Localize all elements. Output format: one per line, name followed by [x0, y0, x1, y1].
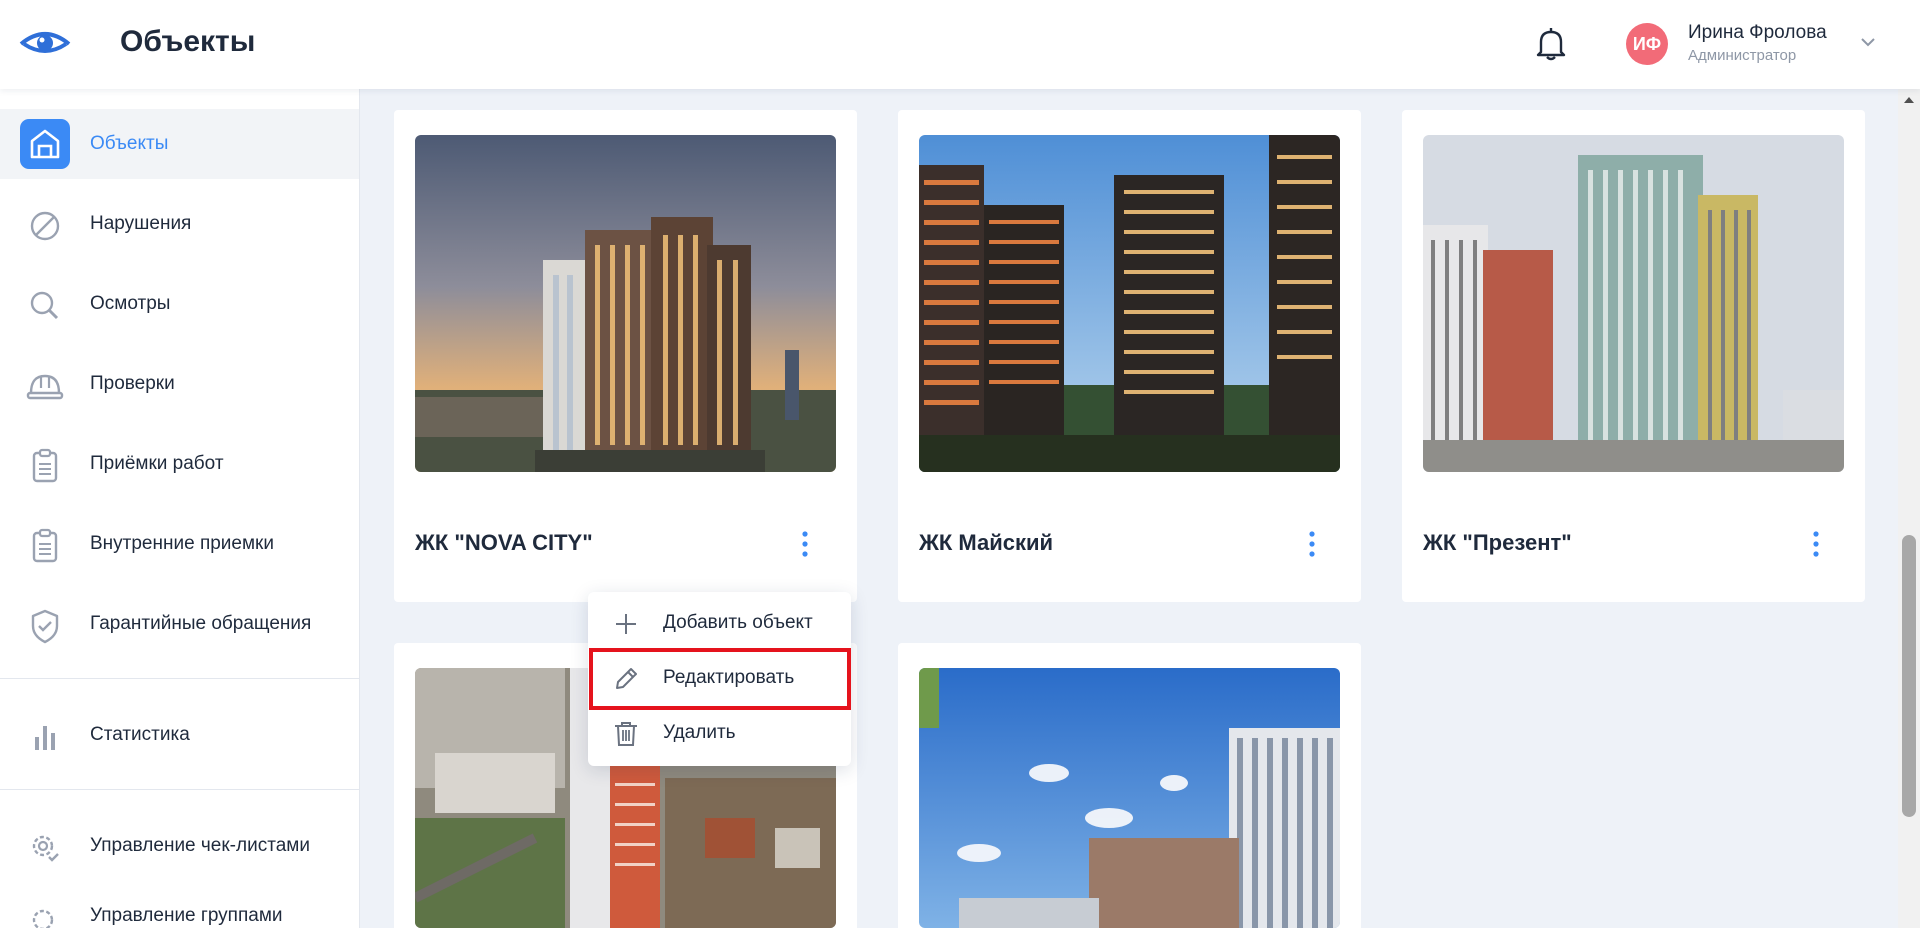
hard-hat-icon [26, 374, 64, 400]
gear-icon [32, 909, 54, 928]
magnifier-icon [30, 291, 59, 320]
more-vert-icon[interactable] [1300, 528, 1324, 560]
add-object-menu-item[interactable]: Добавить объект [588, 598, 851, 648]
menu-item-label: Удалить [663, 722, 736, 743]
object-card[interactable]: ЖК "Презент" [1402, 110, 1865, 602]
sidebar-item-checklists[interactable]: Управление чек-листами [0, 811, 359, 881]
user-name[interactable]: Ирина Фролова [1688, 22, 1827, 44]
sidebar-item-violations[interactable]: Нарушения [0, 189, 359, 259]
clipboard-icon [32, 528, 58, 563]
object-photo[interactable] [919, 135, 1340, 472]
prohibited-icon [30, 211, 60, 241]
object-card[interactable] [898, 643, 1361, 928]
avatar[interactable]: ИФ [1626, 23, 1668, 65]
sidebar-item-label: Приёмки работ [90, 453, 224, 474]
sidebar-item-groups[interactable]: Управление группами [0, 881, 359, 928]
object-photo[interactable] [919, 668, 1340, 928]
sidebar-item-label: Управление чек-листами [90, 835, 310, 856]
sidebar-item-label: Проверки [90, 373, 175, 394]
sidebar-item-statistics[interactable]: Статистика [0, 700, 359, 770]
sidebar-divider [0, 678, 359, 679]
page-title: Объекты [120, 25, 256, 58]
scroll-up-icon[interactable] [1903, 96, 1915, 104]
delete-menu-item[interactable]: Удалить [588, 708, 851, 758]
bell-icon[interactable] [1535, 27, 1567, 61]
scrollbar-thumb[interactable] [1902, 535, 1916, 817]
sidebar: Объекты Нарушения Осмотры Проверки Приём… [0, 89, 360, 928]
sidebar-item-work-acceptance[interactable]: Приёмки работ [0, 429, 359, 499]
object-title[interactable]: ЖК "Презент" [1423, 530, 1572, 556]
sidebar-item-label: Нарушения [90, 213, 192, 234]
object-photo[interactable] [1423, 135, 1844, 472]
sidebar-item-label: Внутренние приемки [90, 533, 274, 554]
object-title[interactable]: ЖК Майский [919, 530, 1053, 556]
plus-icon [616, 614, 636, 634]
sidebar-item-internal-acceptance[interactable]: Внутренние приемки [0, 509, 359, 579]
more-vert-icon[interactable] [793, 528, 817, 560]
menu-item-label: Добавить объект [663, 612, 813, 633]
sidebar-item-label: Гарантийные обращения [90, 613, 312, 634]
shield-check-icon [31, 609, 59, 644]
sidebar-item-label: Осмотры [90, 293, 171, 314]
object-card[interactable]: ЖК Майский [898, 110, 1361, 602]
object-photo[interactable] [415, 135, 836, 472]
sidebar-item-objects[interactable]: Объекты [0, 109, 359, 179]
more-vert-icon[interactable] [1804, 528, 1828, 560]
bar-chart-icon [35, 726, 55, 750]
object-title[interactable]: ЖК "NOVA CITY" [415, 530, 593, 556]
sidebar-item-label: Управление группами [90, 905, 283, 926]
user-role: Администратор [1688, 47, 1797, 64]
trash-icon [615, 722, 637, 746]
sidebar-item-inspections[interactable]: Осмотры [0, 269, 359, 339]
top-header: Объекты ИФ Ирина Фролова Администратор [0, 0, 1920, 89]
eye-logo-icon[interactable] [18, 26, 72, 62]
gear-check-icon [32, 835, 59, 862]
building-icon [20, 119, 70, 169]
clipboard-icon [32, 448, 58, 483]
object-card[interactable]: ЖК "NOVA CITY" [394, 110, 857, 602]
sidebar-item-warranty[interactable]: Гарантийные обращения [0, 589, 359, 659]
sidebar-item-label: Объекты [90, 133, 169, 154]
edit-highlight-box [589, 648, 851, 710]
sidebar-item-checks[interactable]: Проверки [0, 349, 359, 419]
sidebar-item-label: Статистика [90, 724, 190, 745]
sidebar-divider [0, 789, 359, 790]
chevron-down-icon[interactable] [1860, 36, 1876, 48]
